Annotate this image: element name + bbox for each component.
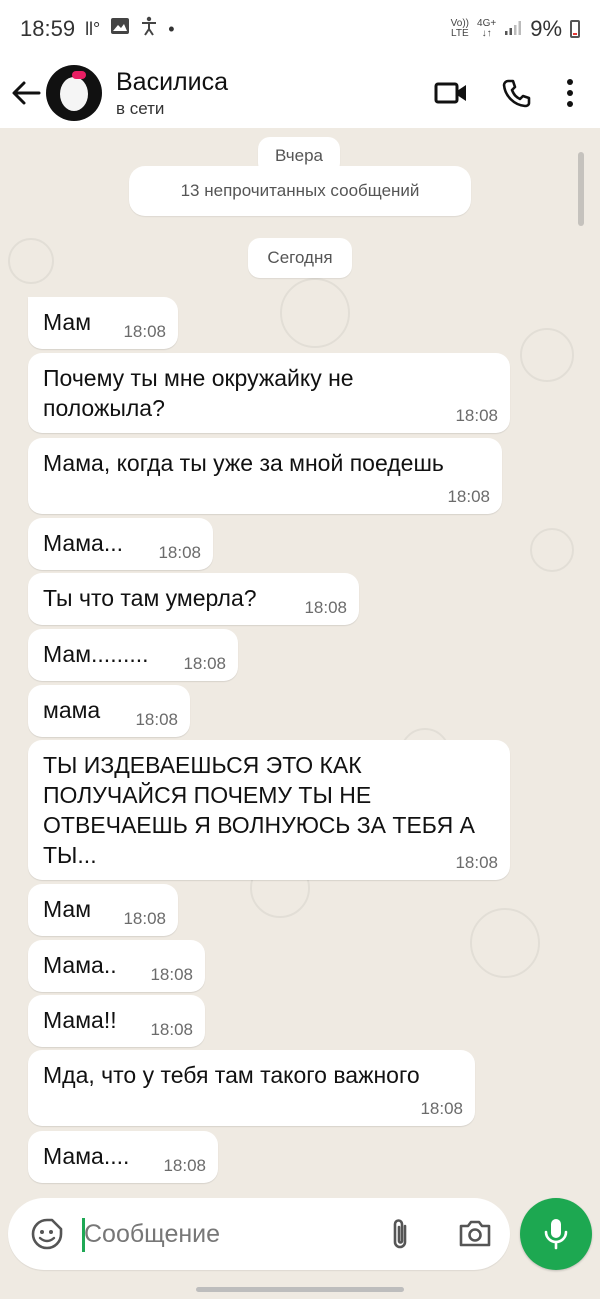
attach-icon bbox=[393, 1219, 407, 1249]
message-text: Мда, что у тебя там такого важного bbox=[43, 1062, 420, 1088]
video-call-button[interactable] bbox=[434, 81, 468, 105]
header-actions bbox=[434, 78, 574, 108]
more-options-button[interactable] bbox=[566, 78, 574, 108]
message-input[interactable] bbox=[84, 1214, 374, 1254]
chat-area[interactable]: Вчера 13 непрочитанных сообщений Сегодня… bbox=[0, 128, 600, 1196]
message-bubble[interactable]: Мама... 18:08 bbox=[28, 518, 213, 570]
message-bubble[interactable]: Мам 18:08 bbox=[28, 297, 178, 349]
avatar-bow bbox=[72, 71, 86, 79]
message-bubble[interactable]: Мам......... 18:08 bbox=[28, 629, 238, 681]
avatar-face bbox=[60, 77, 88, 111]
wallpaper-doodle bbox=[530, 528, 574, 572]
network-indicator: 4G+ ↓↑ bbox=[477, 19, 496, 39]
notification-icons: ll° bbox=[85, 18, 101, 39]
message-bubble[interactable]: ТЫ ИЗДЕВАЕШЬСЯ ЭТО КАК ПОЛУЧАЙСЯ ПОЧЕМУ … bbox=[28, 740, 510, 880]
contact-name: Василиса bbox=[116, 68, 228, 96]
contact-info[interactable]: Василиса в сети bbox=[116, 67, 434, 119]
status-bar: 18:59 ll° • Vo)) LTE 4G+ ↓↑ 9% bbox=[0, 0, 600, 58]
message-time: 18:08 bbox=[447, 487, 490, 506]
message-time: 18:08 bbox=[123, 909, 166, 928]
avatar[interactable] bbox=[46, 65, 102, 121]
message-bubble[interactable]: Мама.. 18:08 bbox=[28, 940, 205, 992]
date-divider-today: Сегодня bbox=[248, 238, 352, 278]
mic-icon bbox=[544, 1219, 568, 1250]
message-bubble[interactable]: Мама, когда ты уже за мной поедешь 18:08 bbox=[28, 438, 502, 514]
emoji-button[interactable] bbox=[30, 1217, 64, 1256]
attach-button[interactable] bbox=[388, 1216, 412, 1257]
message-bubble[interactable]: Почему ты мне окружайку не положыла? 18:… bbox=[28, 353, 510, 433]
more-vert-icon bbox=[567, 79, 573, 107]
message-time: 18:08 bbox=[158, 543, 201, 562]
network-arrows: ↓↑ bbox=[481, 28, 492, 39]
message-text: Мама, когда ты уже за мной поедешь bbox=[43, 450, 444, 476]
volte-bottom: LTE bbox=[451, 28, 469, 39]
accessibility-icon bbox=[140, 16, 158, 42]
notification-dot: • bbox=[168, 18, 175, 39]
message-time: 18:08 bbox=[150, 965, 193, 984]
gallery-icon bbox=[110, 16, 130, 42]
message-bubble[interactable]: Мама!! 18:08 bbox=[28, 995, 205, 1047]
message-text: Ты что там умерла? bbox=[43, 585, 257, 611]
message-time: 18:08 bbox=[304, 598, 347, 617]
video-call-icon bbox=[434, 82, 466, 104]
wallpaper-doodle bbox=[470, 908, 540, 978]
contact-status: в сети bbox=[116, 99, 165, 118]
wallpaper-doodle bbox=[520, 328, 574, 382]
emoji-icon bbox=[31, 1218, 63, 1250]
voice-message-button[interactable] bbox=[520, 1198, 592, 1270]
message-bubble[interactable]: Ты что там умерла? 18:08 bbox=[28, 573, 359, 625]
camera-icon bbox=[459, 1220, 491, 1247]
back-button[interactable] bbox=[0, 63, 52, 123]
voice-call-button[interactable] bbox=[502, 78, 532, 108]
message-time: 18:08 bbox=[135, 710, 178, 729]
camera-button[interactable] bbox=[458, 1218, 492, 1253]
input-bar bbox=[0, 1196, 600, 1299]
scrollbar-thumb[interactable] bbox=[578, 152, 584, 226]
status-bar-left: 18:59 ll° • bbox=[20, 16, 175, 42]
battery-percent: 9% bbox=[530, 16, 562, 41]
unread-messages-banner: 13 непрочитанных сообщений bbox=[129, 166, 471, 216]
message-bubble[interactable]: Мама.... 18:08 bbox=[28, 1131, 218, 1183]
signal-icon bbox=[504, 16, 522, 42]
battery-icon bbox=[570, 20, 580, 38]
message-text: Почему ты мне окружайку не положыла? bbox=[43, 365, 354, 421]
status-bar-right: Vo)) LTE 4G+ ↓↑ 9% bbox=[451, 16, 580, 42]
status-time: 18:59 bbox=[20, 16, 76, 41]
message-field[interactable] bbox=[8, 1198, 510, 1270]
home-indicator[interactable] bbox=[196, 1287, 404, 1292]
back-arrow-icon bbox=[12, 81, 41, 105]
message-bubble[interactable]: Мам 18:08 bbox=[28, 884, 178, 936]
message-time: 18:08 bbox=[150, 1020, 193, 1039]
wallpaper-doodle bbox=[8, 238, 54, 284]
message-text: ТЫ ИЗДЕВАЕШЬСЯ ЭТО КАК ПОЛУЧАЙСЯ ПОЧЕМУ … bbox=[43, 752, 475, 868]
message-time: 18:08 bbox=[455, 406, 498, 425]
message-time: 18:08 bbox=[455, 853, 498, 872]
message-time: 18:08 bbox=[183, 654, 226, 673]
message-bubble[interactable]: мама 18:08 bbox=[28, 685, 190, 737]
wallpaper-doodle bbox=[280, 278, 350, 348]
phone-icon bbox=[502, 79, 531, 108]
message-bubble[interactable]: Мда, что у тебя там такого важного 18:08 bbox=[28, 1050, 475, 1126]
chat-header: Василиса в сети bbox=[0, 58, 600, 128]
message-time: 18:08 bbox=[163, 1156, 206, 1175]
message-time: 18:08 bbox=[123, 322, 166, 341]
volte-indicator: Vo)) LTE bbox=[451, 19, 469, 39]
message-time: 18:08 bbox=[420, 1099, 463, 1118]
